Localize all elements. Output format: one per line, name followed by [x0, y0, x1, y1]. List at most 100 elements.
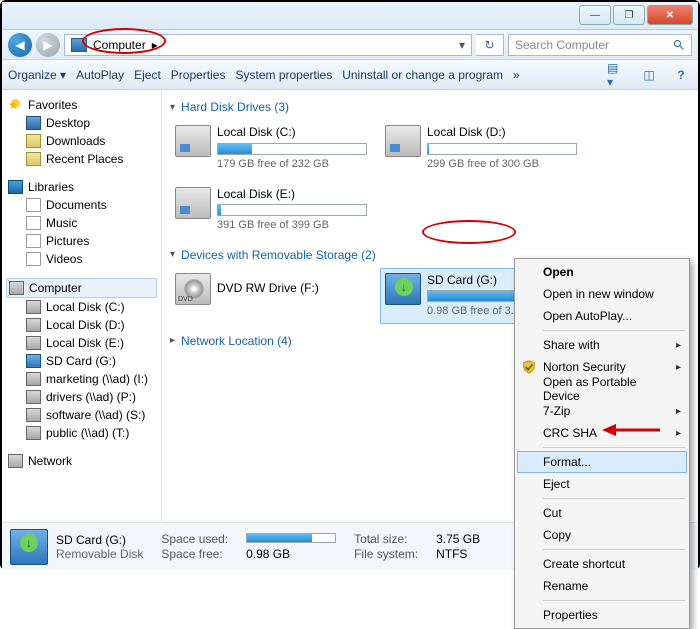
music-icon — [26, 216, 41, 230]
section-hdd[interactable]: ▾ Hard Disk Drives (3) — [170, 100, 690, 114]
command-bar: Organize ▾ AutoPlay Eject Properties Sys… — [2, 60, 698, 90]
search-input[interactable]: Search Computer — [508, 34, 692, 56]
drive-free-text: 391 GB free of 399 GB — [217, 218, 375, 232]
drive-free-text: 179 GB free of 232 GB — [217, 157, 375, 171]
ctx-share-with[interactable]: Share with — [517, 334, 687, 356]
computer-icon — [71, 38, 87, 52]
hdd-icon — [175, 187, 211, 219]
tree-item-label: Desktop — [46, 116, 90, 130]
back-button[interactable]: ◀ — [8, 33, 32, 57]
autoplay-button[interactable]: AutoPlay — [76, 68, 124, 82]
organize-menu[interactable]: Organize ▾ — [8, 68, 66, 82]
tree-computer-label: Computer — [29, 281, 82, 295]
breadcrumb-chevron-icon[interactable]: ▸ — [152, 38, 158, 52]
collapse-icon: ▾ — [170, 102, 175, 113]
preview-pane-button[interactable]: ◫ — [638, 64, 660, 86]
total-size-label: Total size: — [354, 532, 418, 546]
tree-item-label: software (\\ad) (S:) — [46, 408, 145, 422]
ctx-7zip[interactable]: 7-Zip — [517, 400, 687, 422]
maximize-button[interactable]: ❐ — [613, 5, 645, 25]
sd-card-icon — [385, 273, 421, 305]
tree-desktop[interactable]: Desktop — [6, 114, 157, 132]
tree-local-disk-c[interactable]: Local Disk (C:) — [6, 298, 157, 316]
tree-net-marketing[interactable]: marketing (\\ad) (I:) — [6, 370, 157, 388]
search-icon — [673, 39, 685, 51]
drive-local-c[interactable]: Local Disk (C:) 179 GB free of 232 GB — [170, 120, 380, 176]
total-size-value: 3.75 GB — [436, 532, 480, 546]
tree-item-label: Videos — [46, 252, 82, 266]
netdrive-icon — [26, 426, 41, 440]
ctx-portable-device[interactable]: Open as Portable Device — [517, 378, 687, 400]
refresh-button[interactable]: ↻ — [476, 34, 504, 56]
drive-title: Local Disk (C:) — [217, 125, 375, 141]
tree-documents[interactable]: Documents — [6, 196, 157, 214]
separator — [543, 600, 685, 601]
drive-title: Local Disk (E:) — [217, 187, 375, 203]
properties-button[interactable]: Properties — [171, 68, 226, 82]
videos-icon — [26, 252, 41, 266]
overflow-button[interactable]: » — [513, 68, 520, 82]
tree-item-label: Documents — [46, 198, 107, 212]
ctx-open-new-window[interactable]: Open in new window — [517, 283, 687, 305]
ctx-open[interactable]: Open — [517, 261, 687, 283]
ctx-properties[interactable]: Properties — [517, 604, 687, 626]
tree-pictures[interactable]: Pictures — [6, 232, 157, 250]
tree-libraries-label: Libraries — [28, 180, 74, 194]
ctx-crc-sha[interactable]: CRC SHA — [517, 422, 687, 444]
separator — [543, 549, 685, 550]
ctx-open-autoplay[interactable]: Open AutoPlay... — [517, 305, 687, 327]
breadcrumb-computer[interactable]: Computer — [93, 38, 146, 52]
space-used-label: Space used: — [161, 532, 228, 546]
system-properties-button[interactable]: System properties — [235, 68, 332, 82]
section-removable-label: Devices with Removable Storage (2) — [181, 248, 376, 262]
tree-local-disk-e[interactable]: Local Disk (E:) — [6, 334, 157, 352]
tree-network[interactable]: Network — [6, 452, 157, 470]
section-network-label: Network Location (4) — [181, 334, 292, 348]
tree-videos[interactable]: Videos — [6, 250, 157, 268]
tree-net-software[interactable]: software (\\ad) (S:) — [6, 406, 157, 424]
tree-music[interactable]: Music — [6, 214, 157, 232]
drive-local-e[interactable]: Local Disk (E:) 391 GB free of 399 GB — [170, 182, 380, 238]
ctx-rename[interactable]: Rename — [517, 575, 687, 597]
tree-downloads[interactable]: Downloads — [6, 132, 157, 150]
tree-recent-places[interactable]: Recent Places — [6, 150, 157, 168]
eject-button[interactable]: Eject — [134, 68, 161, 82]
tree-item-label: Local Disk (C:) — [46, 300, 125, 314]
tree-net-public[interactable]: public (\\ad) (T:) — [6, 424, 157, 442]
ctx-copy[interactable]: Copy — [517, 524, 687, 546]
tree-libraries[interactable]: Libraries — [6, 178, 157, 196]
tree-item-label: drivers (\\ad) (P:) — [46, 390, 136, 404]
address-bar[interactable]: Computer ▸ ▾ — [64, 34, 472, 56]
tree-item-label: Downloads — [46, 134, 105, 148]
tree-favorites[interactable]: ★ Favorites — [6, 96, 157, 114]
separator — [543, 330, 685, 331]
minimize-button[interactable]: — — [579, 5, 611, 25]
navigation-bar: ◀ ▶ Computer ▸ ▾ ↻ Search Computer — [2, 30, 698, 60]
close-button[interactable]: ✕ — [647, 5, 693, 25]
tree-computer[interactable]: Computer — [6, 278, 157, 298]
ctx-cut[interactable]: Cut — [517, 502, 687, 524]
context-menu: Open Open in new window Open AutoPlay...… — [514, 258, 690, 629]
uninstall-button[interactable]: Uninstall or change a program — [342, 68, 503, 82]
forward-button[interactable]: ▶ — [36, 33, 60, 57]
ctx-create-shortcut[interactable]: Create shortcut — [517, 553, 687, 575]
ctx-eject[interactable]: Eject — [517, 473, 687, 495]
tree-sd-card-g[interactable]: SD Card (G:) — [6, 352, 157, 370]
usage-bar — [217, 204, 367, 216]
libraries-icon — [8, 180, 23, 194]
tree-local-disk-d[interactable]: Local Disk (D:) — [6, 316, 157, 334]
separator — [543, 447, 685, 448]
hdd-icon — [175, 125, 211, 157]
section-hdd-label: Hard Disk Drives (3) — [181, 100, 289, 114]
tree-favorites-label: Favorites — [28, 98, 77, 112]
view-options-button[interactable]: ▤ ▾ — [606, 64, 628, 86]
help-button[interactable]: ? — [670, 64, 692, 86]
drive-local-d[interactable]: Local Disk (D:) 299 GB free of 300 GB — [380, 120, 590, 176]
tree-net-drivers[interactable]: drivers (\\ad) (P:) — [6, 388, 157, 406]
drive-dvd-f[interactable]: DVD RW Drive (F:) — [170, 268, 380, 324]
drive-icon — [26, 300, 41, 314]
usage-bar — [427, 143, 577, 155]
drive-icon — [26, 318, 41, 332]
ctx-format[interactable]: Format... — [517, 451, 687, 473]
pictures-icon — [26, 234, 41, 248]
